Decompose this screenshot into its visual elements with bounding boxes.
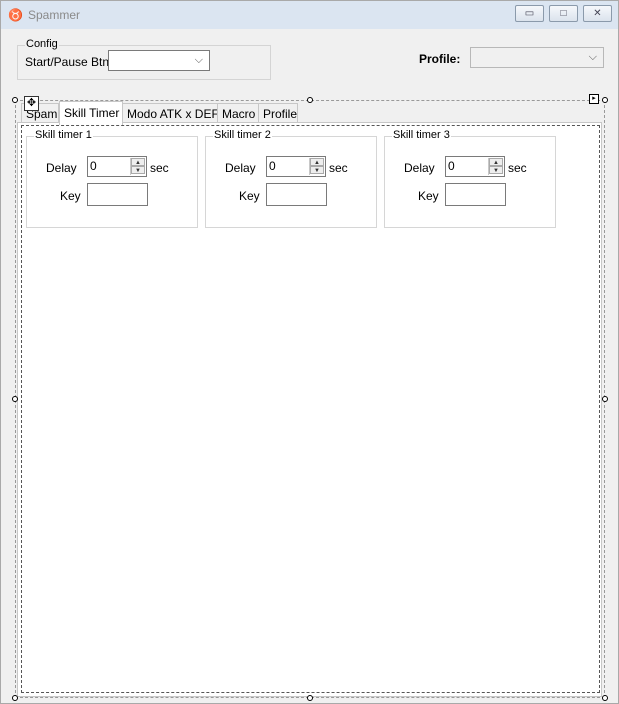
delay-2-spinner[interactable]: ▲ ▼ xyxy=(309,158,324,175)
close-button[interactable]: ✕ xyxy=(583,5,612,22)
resize-handle[interactable] xyxy=(12,695,18,701)
tab-profile[interactable]: Profile xyxy=(258,103,298,123)
profile-label: Profile: xyxy=(419,52,461,66)
profile-combobox[interactable]: ⌵ xyxy=(470,47,604,68)
delay-2-value: 0 xyxy=(269,159,276,173)
delay-label: Delay xyxy=(225,161,256,175)
delay-1-spinner[interactable]: ▲ ▼ xyxy=(130,158,145,175)
smart-tag-icon[interactable]: ▸ xyxy=(589,94,599,104)
tab-macro[interactable]: Macro xyxy=(217,103,259,123)
skill-timer-1-legend: Skill timer 1 xyxy=(34,129,93,141)
resize-handle[interactable] xyxy=(307,695,313,701)
delay-1-numeric-input[interactable]: 0 ▲ ▼ xyxy=(87,156,147,177)
spin-up-icon[interactable]: ▲ xyxy=(489,158,503,166)
skill-timer-2-legend: Skill timer 2 xyxy=(213,129,272,141)
resize-handle[interactable] xyxy=(602,396,608,402)
maximize-button[interactable]: □ xyxy=(549,5,578,22)
key-1-input[interactable] xyxy=(87,183,148,206)
spin-down-icon[interactable]: ▼ xyxy=(489,166,503,174)
resize-handle[interactable] xyxy=(12,396,18,402)
delay-label: Delay xyxy=(404,161,435,175)
delay-1-value: 0 xyxy=(90,159,97,173)
window-title: Spammer xyxy=(28,8,81,22)
tab-skill-timer[interactable]: Skill Timer xyxy=(59,101,123,125)
key-label: Key xyxy=(418,189,439,203)
tab-profile-label: Profile xyxy=(263,107,298,121)
delay-2-numeric-input[interactable]: 0 ▲ ▼ xyxy=(266,156,326,177)
skill-timer-3-group: Skill timer 3 Delay 0 ▲ ▼ sec Key xyxy=(384,129,556,228)
delay-unit-label: sec xyxy=(508,161,527,175)
resize-handle[interactable] xyxy=(307,97,313,103)
key-label: Key xyxy=(239,189,260,203)
delay-3-value: 0 xyxy=(448,159,455,173)
chevron-down-icon: ⌵ xyxy=(194,54,203,66)
spin-up-icon[interactable]: ▲ xyxy=(310,158,324,166)
skill-timer-3-legend: Skill timer 3 xyxy=(392,129,451,141)
config-legend: Config xyxy=(25,38,59,50)
resize-handle[interactable] xyxy=(602,695,608,701)
delay-3-numeric-input[interactable]: 0 ▲ ▼ xyxy=(445,156,505,177)
tab-modo-atk-def-label: Modo ATK x DEF xyxy=(127,107,219,121)
skill-timer-2-group: Skill timer 2 Delay 0 ▲ ▼ sec Key xyxy=(205,129,377,228)
tab-skill-timer-label: Skill Timer xyxy=(64,106,120,120)
spin-up-icon[interactable]: ▲ xyxy=(131,158,145,166)
skill-timer-1-group: Skill timer 1 Delay 0 ▲ ▼ sec Key xyxy=(26,129,198,228)
title-bar[interactable]: ♉ Spammer ▭ □ ✕ xyxy=(1,1,618,29)
minimize-button[interactable]: ▭ xyxy=(515,5,544,22)
start-pause-combobox[interactable]: ⌵ xyxy=(108,50,210,71)
spin-down-icon[interactable]: ▼ xyxy=(310,166,324,174)
spin-down-icon[interactable]: ▼ xyxy=(131,166,145,174)
key-2-input[interactable] xyxy=(266,183,327,206)
start-pause-label: Start/Pause Btn xyxy=(25,55,110,69)
spammer-app-icon: ♉ xyxy=(8,8,23,22)
chevron-down-icon: ⌵ xyxy=(588,51,597,63)
key-3-input[interactable] xyxy=(445,183,506,206)
move-handle-icon[interactable]: ✥ xyxy=(24,96,39,111)
resize-handle[interactable] xyxy=(12,97,18,103)
delay-label: Delay xyxy=(46,161,77,175)
spammer-window: ♉ Spammer ▭ □ ✕ Config Start/Pause Btn ⌵… xyxy=(0,0,619,704)
key-label: Key xyxy=(60,189,81,203)
delay-3-spinner[interactable]: ▲ ▼ xyxy=(488,158,503,175)
delay-unit-label: sec xyxy=(150,161,169,175)
tab-modo-atk-def[interactable]: Modo ATK x DEF xyxy=(122,103,219,123)
resize-handle[interactable] xyxy=(602,97,608,103)
delay-unit-label: sec xyxy=(329,161,348,175)
tab-macro-label: Macro xyxy=(222,107,256,121)
